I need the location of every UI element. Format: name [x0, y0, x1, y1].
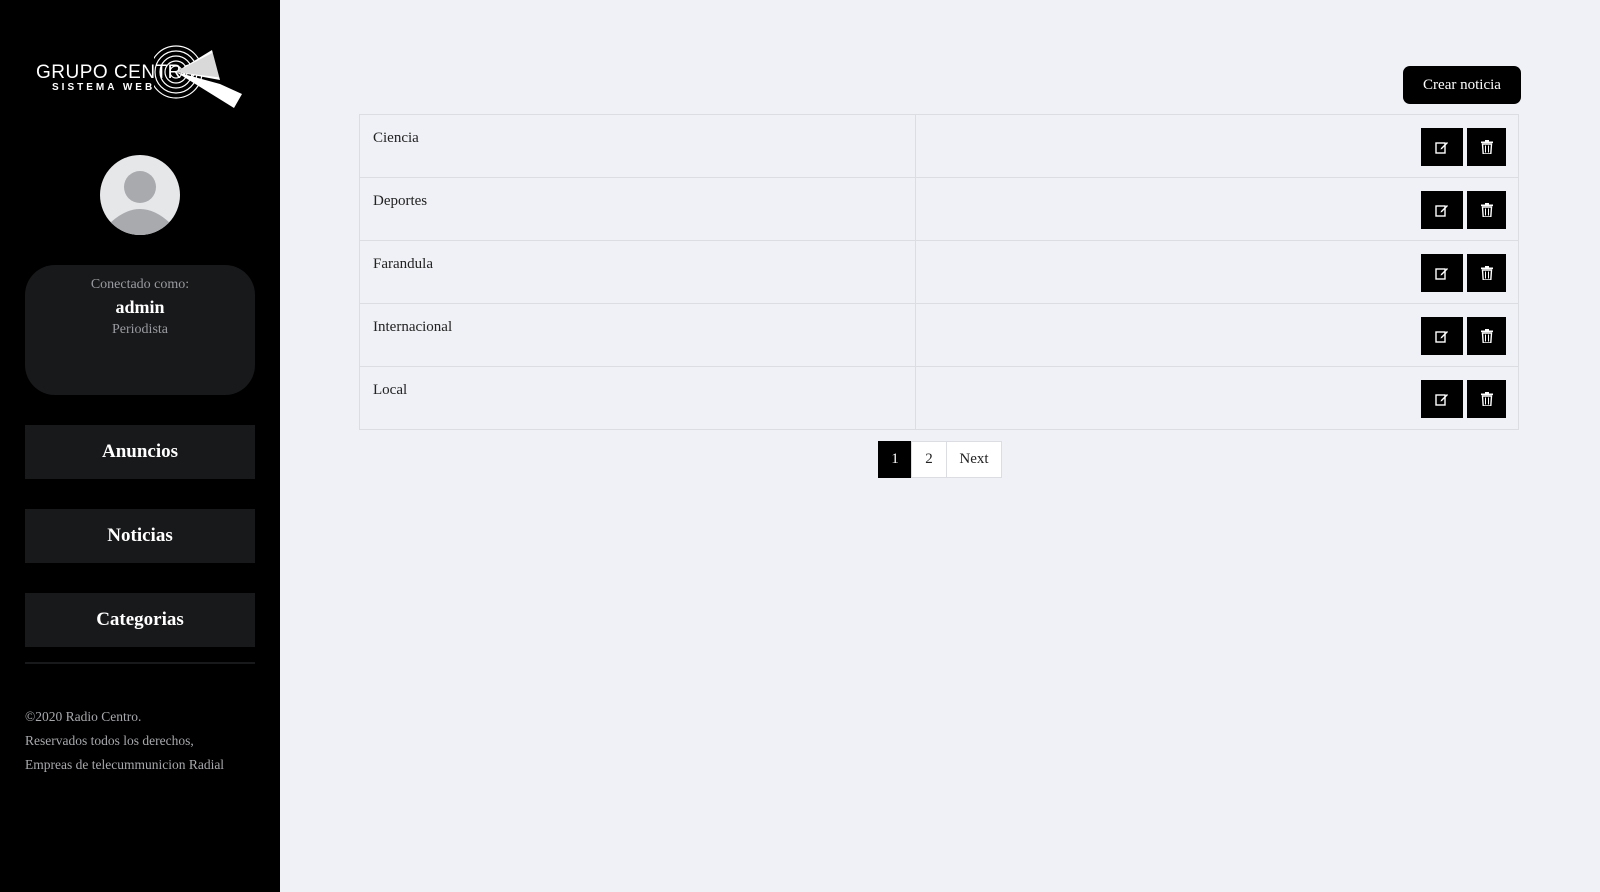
category-name: Local [373, 382, 408, 398]
categories-table: Ciencia Deportes Farandula Internacional [359, 114, 1519, 430]
table-row: Farandula [360, 240, 1518, 303]
nav-categorias-button[interactable]: Categorias [25, 593, 255, 647]
trash-icon [1480, 266, 1493, 280]
footer: ©2020 Radio Centro. Reservados todos los… [25, 705, 224, 777]
connected-as-label: Conectado como: [90, 277, 190, 292]
category-name: Farandula [373, 256, 433, 272]
table-row: Local [360, 366, 1518, 429]
delete-button[interactable] [1467, 191, 1506, 229]
trash-icon [1480, 140, 1493, 154]
footer-company: Empreas de telecummunicion Radial [25, 757, 225, 772]
user-avatar-icon [110, 171, 170, 235]
edit-button[interactable] [1421, 128, 1463, 166]
nav-noticias-button[interactable]: Noticias [25, 509, 255, 563]
edit-icon [1435, 142, 1448, 154]
column-divider [915, 304, 916, 366]
brand-logo[interactable]: GRUPO CENTRO SISTEMA WEB [36, 44, 246, 110]
edit-icon [1435, 268, 1448, 280]
pagination: 1 2 Next [878, 441, 1002, 478]
delete-button[interactable] [1467, 317, 1506, 355]
user-card: Conectado como: admin Periodista [25, 265, 255, 395]
trash-icon [1480, 203, 1493, 217]
avatar [100, 155, 180, 235]
delete-button[interactable] [1467, 128, 1506, 166]
page-1-button[interactable]: 1 [878, 441, 912, 478]
category-name: Internacional [373, 319, 453, 335]
column-divider [915, 241, 916, 303]
delete-button[interactable] [1467, 254, 1506, 292]
next-page-button[interactable]: Next [946, 441, 1002, 478]
edit-button[interactable] [1421, 191, 1463, 229]
footer-copyright: ©2020 Radio Centro. [25, 709, 142, 724]
edit-button[interactable] [1421, 254, 1463, 292]
trash-icon [1480, 392, 1493, 406]
sidebar: GRUPO CENTRO SISTEMA WEB Conectado como:… [0, 0, 280, 892]
logo-subtitle: SISTEMA WEB [52, 82, 156, 93]
edit-icon [1435, 205, 1448, 217]
edit-icon [1435, 394, 1448, 406]
column-divider [915, 367, 916, 429]
edit-icon [1435, 331, 1448, 343]
footer-rights: Reservados todos los derechos, [25, 733, 194, 748]
radio-wave-icon [154, 45, 242, 108]
create-news-button[interactable]: Crear noticia [1403, 66, 1521, 104]
delete-button[interactable] [1467, 380, 1506, 418]
column-divider [915, 115, 916, 177]
trash-icon [1480, 329, 1493, 343]
edit-button[interactable] [1421, 317, 1463, 355]
sidebar-divider [25, 662, 255, 664]
page-2-button[interactable]: 2 [911, 441, 947, 478]
nav-anuncios-button[interactable]: Anuncios [25, 425, 255, 479]
column-divider [915, 178, 916, 240]
table-row: Internacional [360, 303, 1518, 366]
username: admin [115, 297, 165, 317]
table-row: Deportes [360, 177, 1518, 240]
category-name: Ciencia [373, 130, 419, 146]
edit-button[interactable] [1421, 380, 1463, 418]
table-row: Ciencia [360, 115, 1518, 177]
user-role: Periodista [112, 322, 168, 337]
category-name: Deportes [373, 193, 428, 209]
